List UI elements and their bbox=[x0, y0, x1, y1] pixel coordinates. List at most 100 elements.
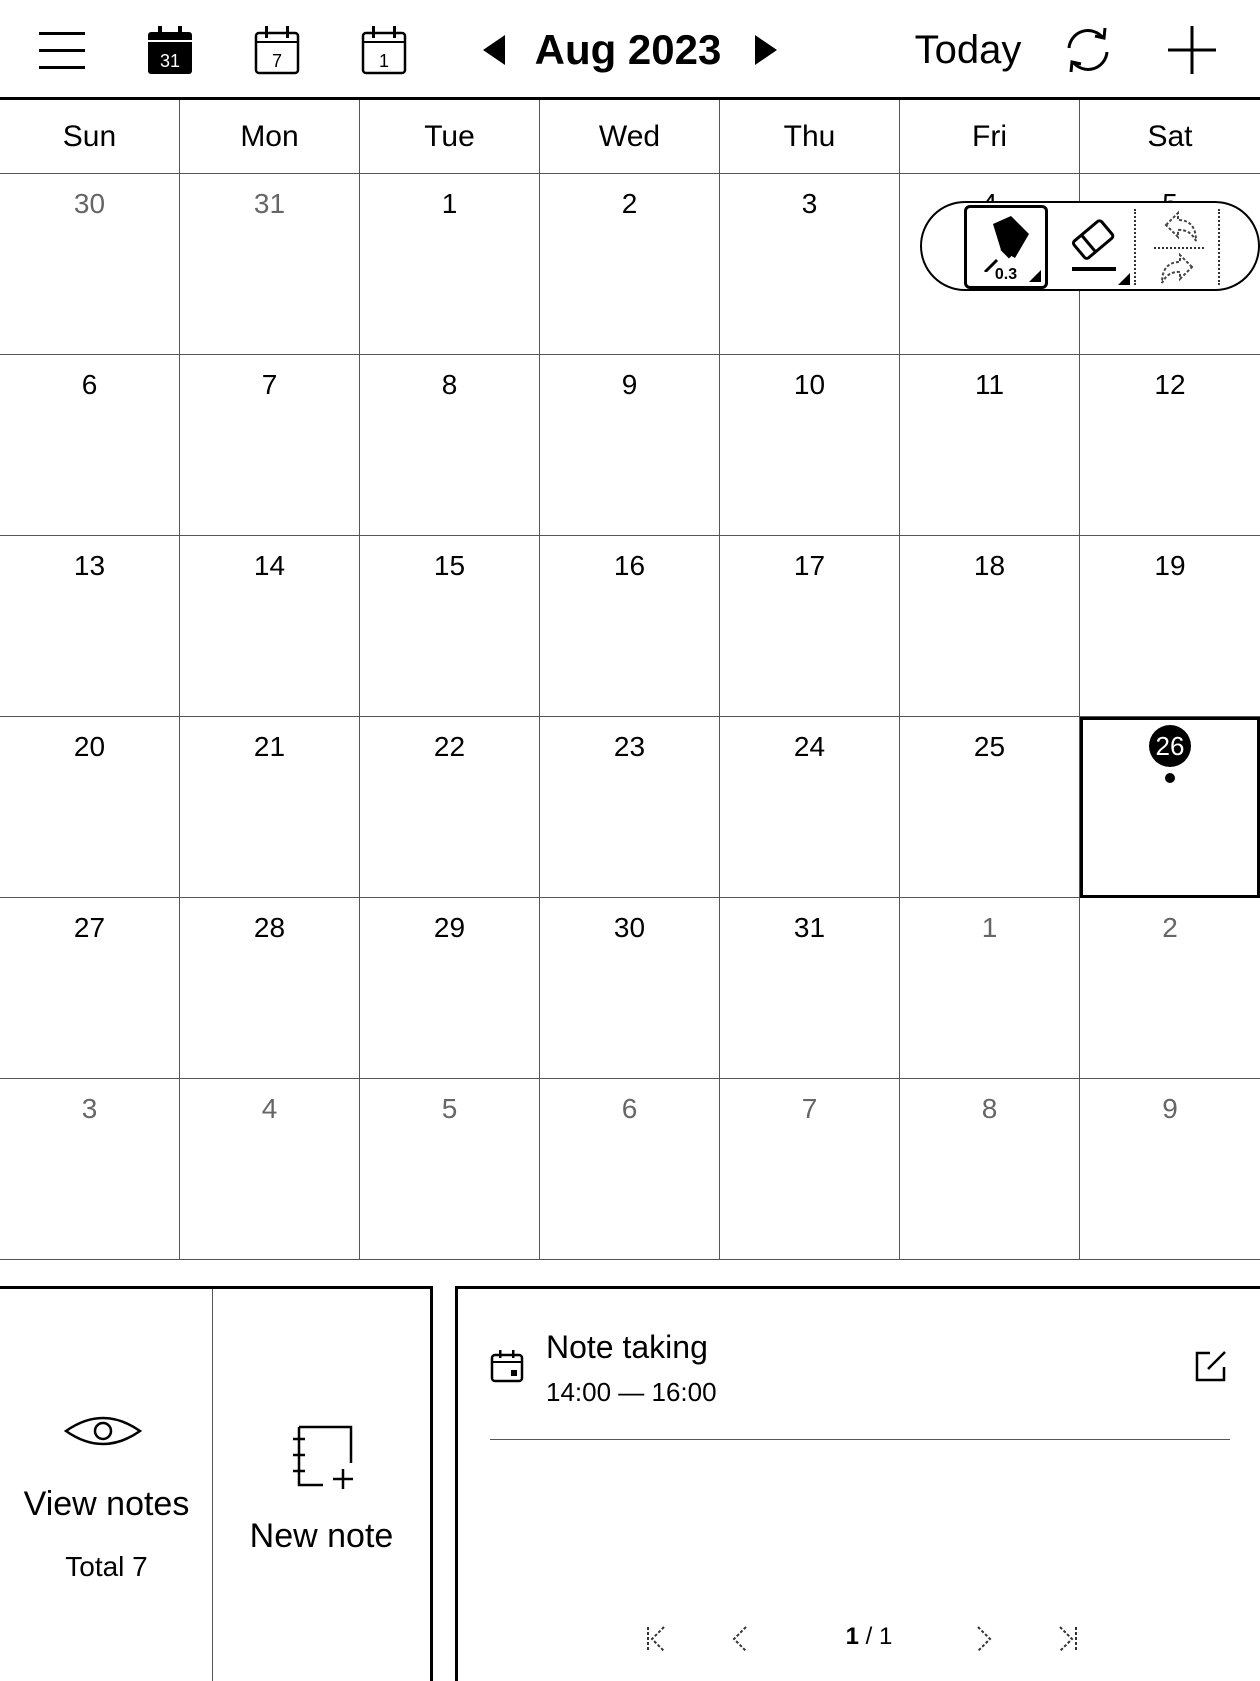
next-page-icon[interactable] bbox=[964, 1619, 1004, 1659]
sync-icon bbox=[1067, 27, 1109, 73]
event-divider bbox=[490, 1439, 1230, 1440]
day-cell[interactable]: 18 bbox=[900, 536, 1080, 717]
day-cell[interactable]: 9 bbox=[1080, 1079, 1260, 1260]
day-number: 27 bbox=[73, 912, 106, 943]
day-cell[interactable]: 12 bbox=[1080, 355, 1260, 536]
prev-month-button[interactable] bbox=[468, 22, 520, 78]
undo-icon bbox=[1164, 210, 1197, 242]
day-number: 31 bbox=[793, 912, 826, 943]
day-cell[interactable]: 30 bbox=[0, 174, 180, 355]
day-cell[interactable]: 1 bbox=[900, 898, 1080, 1079]
day-cell[interactable]: 20 bbox=[0, 717, 180, 898]
calendar-week-icon: 7 bbox=[254, 26, 300, 75]
weekday-header: Sun Mon Tue Wed Thu Fri Sat bbox=[0, 100, 1260, 174]
event-title[interactable]: Note taking bbox=[546, 1329, 708, 1366]
day-number: 1 bbox=[981, 912, 998, 943]
month-view-number: 31 bbox=[160, 51, 180, 71]
day-cell[interactable]: 16 bbox=[540, 536, 720, 717]
day-cell[interactable]: 24 bbox=[720, 717, 900, 898]
day-cell[interactable]: 30 bbox=[540, 898, 720, 1079]
notes-panel: View notes Total 7 New note bbox=[0, 1286, 433, 1681]
day-cell[interactable]: 6 bbox=[0, 355, 180, 536]
day-number: 19 bbox=[1154, 550, 1186, 581]
today-button[interactable]: Today bbox=[900, 18, 1036, 82]
day-cell[interactable]: 25 bbox=[900, 717, 1080, 898]
day-cell[interactable]: 2 bbox=[540, 174, 720, 355]
redo-button[interactable] bbox=[1154, 249, 1204, 289]
menu-button[interactable] bbox=[30, 18, 94, 82]
last-page-icon[interactable] bbox=[1046, 1619, 1086, 1659]
new-note-button[interactable]: New note bbox=[213, 1289, 430, 1681]
day-cell[interactable]: 3 bbox=[0, 1079, 180, 1260]
week-view-button[interactable]: 7 bbox=[245, 18, 309, 82]
edit-icon[interactable] bbox=[1194, 1349, 1228, 1383]
month-view-button[interactable]: 31 bbox=[138, 18, 202, 82]
day-number: 18 bbox=[973, 550, 1006, 581]
event-dot bbox=[1165, 773, 1175, 783]
day-cell[interactable]: 9 bbox=[540, 355, 720, 536]
pen-tool-button[interactable]: 0.3 bbox=[964, 205, 1048, 289]
day-number: 21 bbox=[253, 731, 286, 762]
plus-icon bbox=[1168, 26, 1216, 74]
eraser-icon bbox=[1071, 219, 1116, 271]
day-cell[interactable]: 7 bbox=[720, 1079, 900, 1260]
total-pages: 1 bbox=[879, 1623, 893, 1650]
day-cell[interactable]: 21 bbox=[180, 717, 360, 898]
day-cell[interactable]: 31 bbox=[720, 898, 900, 1079]
day-cell[interactable]: 28 bbox=[180, 898, 360, 1079]
day-cell[interactable]: 1 bbox=[360, 174, 540, 355]
dropdown-corner-icon bbox=[1118, 273, 1130, 285]
day-cell[interactable]: 8 bbox=[900, 1079, 1080, 1260]
day-number: 23 bbox=[613, 731, 646, 762]
day-cell[interactable]: 4 bbox=[180, 1079, 360, 1260]
pen-toolbar[interactable]: 0.3 bbox=[920, 201, 1260, 291]
new-note-label: New note bbox=[249, 1517, 394, 1555]
day-number: 2 bbox=[1162, 912, 1178, 943]
day-cell[interactable]: 17 bbox=[720, 536, 900, 717]
day-cell[interactable]: 13 bbox=[0, 536, 180, 717]
day-number: 30 bbox=[73, 188, 106, 219]
day-number: 8 bbox=[981, 1093, 998, 1124]
day-view-button[interactable]: 1 bbox=[352, 18, 416, 82]
day-cell[interactable]: 10 bbox=[720, 355, 900, 536]
day-cell[interactable]: 11 bbox=[900, 355, 1080, 536]
day-cell-today[interactable]: 26 bbox=[1080, 717, 1260, 898]
day-number: 3 bbox=[801, 188, 818, 219]
month-grid: 30 31 1 2 3 4 5 6 7 8 9 10 11 12 13 14 1… bbox=[0, 174, 1260, 1260]
view-notes-button[interactable]: View notes Total 7 bbox=[0, 1289, 213, 1681]
day-cell[interactable]: 22 bbox=[360, 717, 540, 898]
day-number: 6 bbox=[81, 369, 98, 400]
toolbar-divider bbox=[1134, 209, 1136, 285]
day-cell[interactable]: 3 bbox=[720, 174, 900, 355]
day-cell[interactable]: 19 bbox=[1080, 536, 1260, 717]
add-event-button[interactable] bbox=[1160, 18, 1224, 82]
day-cell[interactable]: 8 bbox=[360, 355, 540, 536]
day-number: 1 bbox=[441, 188, 458, 219]
prev-page-icon[interactable] bbox=[720, 1619, 760, 1659]
day-cell[interactable]: 31 bbox=[180, 174, 360, 355]
sync-button[interactable] bbox=[1056, 18, 1120, 82]
day-number: 10 bbox=[793, 369, 826, 400]
day-cell[interactable]: 5 bbox=[360, 1079, 540, 1260]
day-cell[interactable]: 27 bbox=[0, 898, 180, 1079]
day-cell[interactable]: 23 bbox=[540, 717, 720, 898]
eye-icon bbox=[64, 1416, 142, 1446]
day-cell[interactable]: 14 bbox=[180, 536, 360, 717]
month-title[interactable]: Aug 2023 bbox=[530, 18, 726, 82]
event-detail-panel: Note taking 14:00 — 16:00 1 / 1 bbox=[455, 1286, 1260, 1681]
day-cell[interactable]: 2 bbox=[1080, 898, 1260, 1079]
next-month-button[interactable] bbox=[740, 22, 792, 78]
eraser-tool-button[interactable] bbox=[1054, 207, 1134, 289]
new-notebook-icon bbox=[293, 1425, 353, 1489]
undo-button[interactable] bbox=[1154, 207, 1204, 247]
first-page-icon[interactable] bbox=[638, 1619, 678, 1659]
day-cell[interactable]: 7 bbox=[180, 355, 360, 536]
day-number: 7 bbox=[261, 369, 278, 400]
day-cell[interactable]: 6 bbox=[540, 1079, 720, 1260]
day-number: 20 bbox=[73, 731, 106, 762]
toolbar-divider bbox=[1218, 209, 1220, 285]
day-cell[interactable]: 29 bbox=[360, 898, 540, 1079]
weekday-label: Wed bbox=[540, 100, 720, 174]
day-cell[interactable]: 15 bbox=[360, 536, 540, 717]
day-number: 14 bbox=[253, 550, 286, 581]
